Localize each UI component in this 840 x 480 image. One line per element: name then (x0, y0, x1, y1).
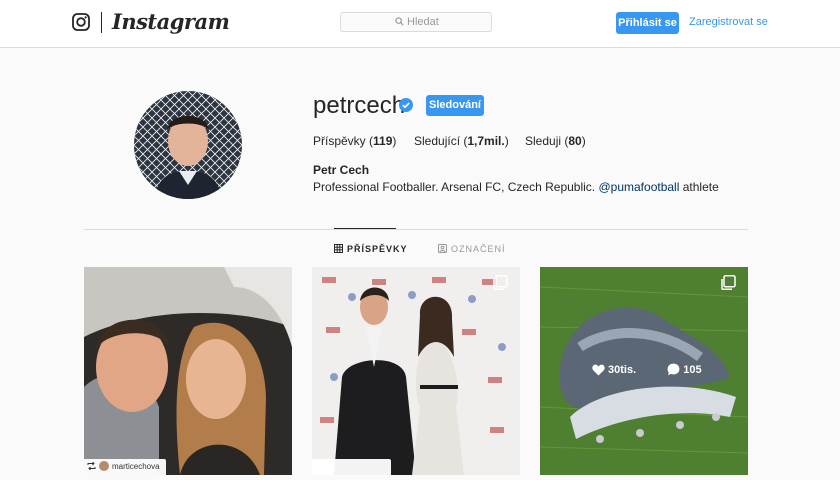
stat-posts[interactable]: Příspěvky (119) (313, 134, 396, 148)
repost-attribution[interactable] (312, 459, 391, 475)
bio-text: Professional Footballer. Arsenal FC, Cze… (313, 180, 596, 194)
profile-username: petrcech (313, 92, 406, 119)
register-link[interactable]: Zaregistrovat se (689, 16, 768, 28)
search-placeholder: Hledat (407, 16, 439, 28)
stat-posts-label: Příspěvky (313, 134, 366, 148)
multi-image-icon (721, 275, 736, 291)
repost-icon (87, 461, 96, 471)
stat-following-count: 80 (568, 134, 582, 148)
multi-image-icon (493, 275, 508, 291)
logo-divider (101, 12, 102, 33)
post-thumbnail[interactable]: marticechova (84, 267, 292, 475)
tabs-divider (84, 229, 748, 230)
comments-stat: 105 (667, 363, 715, 376)
profile-bio: Professional Footballer. Arsenal FC, Cze… (313, 180, 719, 194)
stat-following-label: Sleduji (525, 134, 562, 148)
follow-button[interactable]: Sledování (426, 95, 484, 116)
verified-badge-icon (399, 98, 413, 112)
tab-tagged-label: OZNAČENÍ (451, 244, 506, 254)
post-thumbnail[interactable]: 30tis. 105 (540, 267, 748, 475)
bio-suffix: athlete (682, 180, 719, 194)
tab-tagged[interactable]: OZNAČENÍ (438, 244, 506, 254)
grid-icon (334, 244, 343, 253)
stat-following[interactable]: Sleduji (80) (525, 134, 586, 148)
top-navigation-bar: Instagram Hledat Přihlásit se Zaregistro… (0, 0, 840, 48)
login-button[interactable]: Přihlásit se (616, 12, 679, 34)
repost-username: marticechova (112, 462, 160, 471)
post-hover-stats: 30tis. 105 (592, 363, 730, 376)
stat-followers[interactable]: Sledující (1,7mil.) (414, 134, 509, 148)
comment-icon (667, 363, 680, 376)
repost-attribution[interactable]: marticechova (84, 459, 166, 475)
stat-posts-count: 119 (373, 134, 393, 148)
stat-followers-label: Sledující (414, 134, 461, 148)
tab-posts-label: PŘÍSPĚVKY (347, 244, 408, 254)
active-tab-indicator (334, 228, 396, 229)
heart-icon (592, 364, 605, 376)
tab-posts[interactable]: PŘÍSPĚVKY (334, 244, 408, 254)
stat-followers-count: 1,7mil. (467, 134, 505, 148)
instagram-wordmark[interactable]: Instagram (112, 9, 230, 34)
instagram-camera-icon[interactable] (72, 13, 90, 31)
bio-mention-link[interactable]: @pumafootball (598, 180, 679, 194)
search-icon (395, 17, 404, 26)
tag-icon (438, 244, 447, 253)
post-thumbnail[interactable] (312, 267, 520, 475)
profile-avatar[interactable] (134, 91, 242, 199)
profile-full-name: Petr Cech (313, 163, 370, 177)
repost-avatar (99, 461, 109, 471)
likes-count: 30tis. (608, 364, 637, 376)
likes-stat: 30tis. (592, 364, 653, 376)
comments-count: 105 (683, 364, 702, 376)
search-input[interactable]: Hledat (340, 12, 492, 32)
